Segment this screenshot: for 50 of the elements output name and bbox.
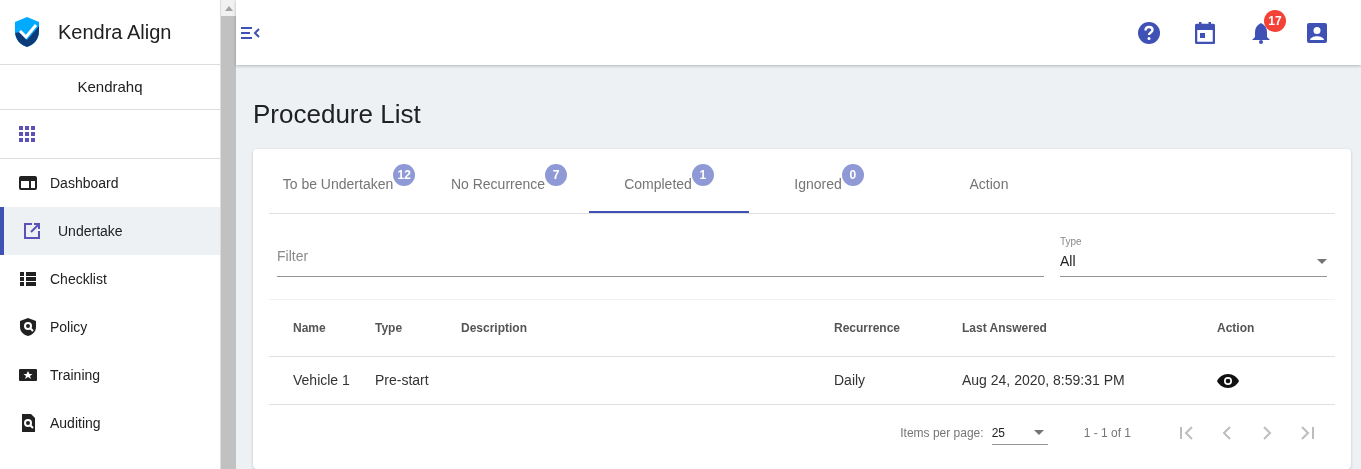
organization-name: Kendrahq	[77, 76, 143, 97]
menu-collapse-icon[interactable]	[240, 25, 260, 40]
document-search-icon	[19, 414, 37, 432]
column-header: Action	[1216, 299, 1335, 357]
list-icon	[19, 270, 37, 288]
procedure-tab[interactable]: To be Undertaken 12	[269, 157, 429, 213]
sidebar-item[interactable]: Undertake	[0, 207, 220, 255]
type-select[interactable]: Type All	[1060, 234, 1327, 277]
table-cell: Daily	[834, 372, 866, 388]
shield-search-icon	[19, 318, 37, 336]
column-header: Last Answered	[961, 299, 1216, 357]
column-header: Recurrence	[833, 299, 961, 357]
first-page-icon	[1179, 425, 1195, 441]
app-title: Kendra Align	[58, 20, 172, 45]
page-range-label: 1 - 1 of 1	[1083, 425, 1131, 442]
column-header: Name	[269, 299, 374, 357]
page-size-select[interactable]: 25	[991, 421, 1048, 445]
view-eye-icon[interactable]	[1217, 374, 1239, 389]
dropdown-caret-icon	[1033, 430, 1044, 435]
table-cell: Aug 24, 2020, 8:59:31 PM	[962, 372, 1125, 388]
table-cell: Vehicle 1	[293, 372, 350, 388]
procedure-tab[interactable]: No Recurrence 7	[429, 157, 589, 213]
sidebar-item[interactable]: Training	[0, 351, 220, 399]
tab-count-badge: 12	[393, 164, 416, 186]
external-link-icon	[23, 222, 41, 240]
tab-count-badge: 1	[691, 164, 714, 186]
help-icon[interactable]	[1138, 21, 1160, 44]
page-title: Procedure List	[253, 98, 422, 131]
sidebar-item[interactable]: Auditing	[0, 399, 220, 447]
calendar-icon[interactable]	[1195, 21, 1215, 44]
tab-count-badge: 7	[545, 164, 568, 186]
items-per-page-label: Items per page:	[900, 425, 984, 442]
procedure-tab[interactable]: Ignored 0	[749, 157, 909, 213]
account-icon[interactable]	[1307, 22, 1327, 43]
sidebar-item[interactable]: Policy	[0, 303, 220, 351]
notification-count: 17	[1264, 9, 1286, 32]
tab-count-badge: 0	[841, 164, 864, 186]
last-page-icon	[1299, 425, 1315, 441]
column-header: Description	[460, 299, 833, 357]
dashboard-icon	[19, 174, 37, 192]
bell-icon[interactable]	[1251, 21, 1271, 44]
dropdown-caret-icon	[1317, 259, 1327, 264]
procedure-tab[interactable]: Action	[909, 157, 1069, 213]
column-header: Type	[374, 299, 460, 357]
shield-check-logo-icon	[14, 16, 40, 48]
sidebar-item[interactable]: Dashboard	[0, 159, 220, 207]
apps-grid-icon[interactable]	[19, 126, 35, 142]
procedure-tab[interactable]: Completed 1	[589, 157, 749, 213]
sidebar-item[interactable]: Checklist	[0, 255, 220, 303]
table-cell: Pre-start	[375, 372, 429, 388]
